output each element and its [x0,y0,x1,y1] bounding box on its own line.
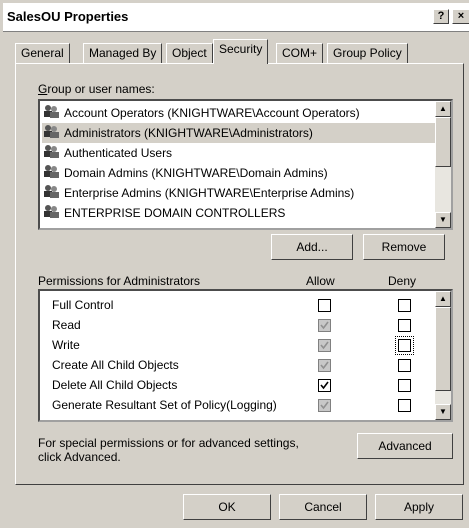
window-title: SalesOU Properties [7,9,129,24]
deny-checkbox[interactable] [398,359,411,372]
remove-button-label: Remove [381,240,427,254]
help-button[interactable]: ? [433,9,449,24]
perm-scroll-down-button[interactable]: ▼ [435,404,451,420]
add-button-label: Add... [296,240,328,254]
permissions-list[interactable]: Full Control Read Write Create All Child Ob… [38,289,453,422]
allow-checkbox[interactable] [318,379,331,392]
properties-window: SalesOU Properties ? × General Managed B… [0,0,469,528]
group-list-item[interactable]: Administrators (KNIGHTWARE\Administrator… [42,123,435,143]
cancel-button[interactable]: Cancel [279,494,367,520]
scroll-down-button[interactable]: ▼ [435,212,451,228]
add-button[interactable]: Add... [271,234,353,260]
deny-checkbox[interactable] [398,319,411,332]
group-list-item[interactable]: Account Operators (KNIGHTWARE\Account Op… [42,103,435,123]
user-group-icon [42,104,60,124]
allow-checkbox[interactable] [318,399,331,412]
permissions-scrollbar[interactable]: ▲ ▼ [435,291,451,420]
ok-button[interactable]: OK [183,494,271,520]
group-names-label: Group or user names: [38,82,155,96]
advanced-button-label: Advanced [378,439,432,453]
group-list[interactable]: Account Operators (KNIGHTWARE\Account Op… [38,99,453,230]
special-text-line2: click Advanced. [38,450,121,464]
group-list-item[interactable]: Authenticated Users [42,143,435,163]
user-group-icon [42,164,60,184]
scroll-up-button[interactable]: ▲ [435,101,451,117]
focus-rectangle [395,336,414,355]
group-names-label-text: roup or user names: [47,82,155,96]
scroll-thumb[interactable] [435,117,451,167]
allow-checkbox[interactable] [318,319,331,332]
apply-button[interactable]: Apply [375,494,463,520]
advanced-button[interactable]: Advanced [357,433,453,459]
cancel-button-label: Cancel [304,500,342,514]
group-list-item-label: Account Operators (KNIGHTWARE\Account Op… [64,106,360,120]
group-list-item[interactable]: Enterprise Admins (KNIGHTWARE\Enterprise… [42,183,435,203]
tab-security[interactable]: Security [213,39,269,64]
security-panel: Group or user names: Account Operators (… [15,63,464,485]
group-list-item-label: Authenticated Users [64,146,173,160]
tab-group-policy[interactable]: Group Policy [327,43,408,63]
close-button[interactable]: × [452,9,469,24]
permission-row-name: Write [52,338,80,352]
user-group-icon [42,144,60,164]
allow-checkbox[interactable] [318,359,331,372]
apply-button-label: Apply [403,500,435,514]
group-list-item-label: Domain Admins (KNIGHTWARE\Domain Admins) [64,166,328,180]
deny-checkbox[interactable] [398,299,411,312]
ok-button-label: OK [218,500,236,514]
remove-button[interactable]: Remove [363,234,445,260]
permissions-label: Permissions for Administrators [38,274,201,288]
title-bar: SalesOU Properties ? × [3,3,469,32]
deny-checkbox[interactable] [398,379,411,392]
user-group-icon [42,204,60,224]
tab-object[interactable]: Object [166,43,213,63]
special-text-line1: For special permissions or for advanced … [38,436,299,450]
permission-row-name: Read [52,318,81,332]
group-list-item-label: ENTERPRISE DOMAIN CONTROLLERS [64,206,286,220]
perm-scroll-thumb[interactable] [435,307,451,391]
tab-managed-by[interactable]: Managed By [83,43,163,63]
user-group-icon [42,184,60,204]
permission-row-name: Generate Resultant Set of Policy(Logging… [52,398,277,412]
user-group-icon [42,124,60,144]
group-list-item[interactable]: Domain Admins (KNIGHTWARE\Domain Admins) [42,163,435,183]
perm-scroll-up-button[interactable]: ▲ [435,291,451,307]
permission-row-name: Delete All Child Objects [52,378,178,392]
group-list-scrollbar[interactable]: ▲ ▼ [435,101,451,228]
permission-row-name: Create All Child Objects [52,358,179,372]
allow-checkbox[interactable] [318,299,331,312]
group-list-item-label: Administrators (KNIGHTWARE\Administrator… [64,126,313,140]
group-list-item[interactable]: ENTERPRISE DOMAIN CONTROLLERS [42,203,435,223]
allow-header: Allow [306,274,335,288]
permission-row-name: Full Control [52,298,114,312]
deny-checkbox[interactable] [398,399,411,412]
deny-header: Deny [388,274,417,288]
tab-com-plus[interactable]: COM+ [276,43,324,63]
tab-general[interactable]: General [15,43,70,63]
allow-checkbox[interactable] [318,339,331,352]
group-list-item-label: Enterprise Admins (KNIGHTWARE\Enterprise… [64,186,355,200]
